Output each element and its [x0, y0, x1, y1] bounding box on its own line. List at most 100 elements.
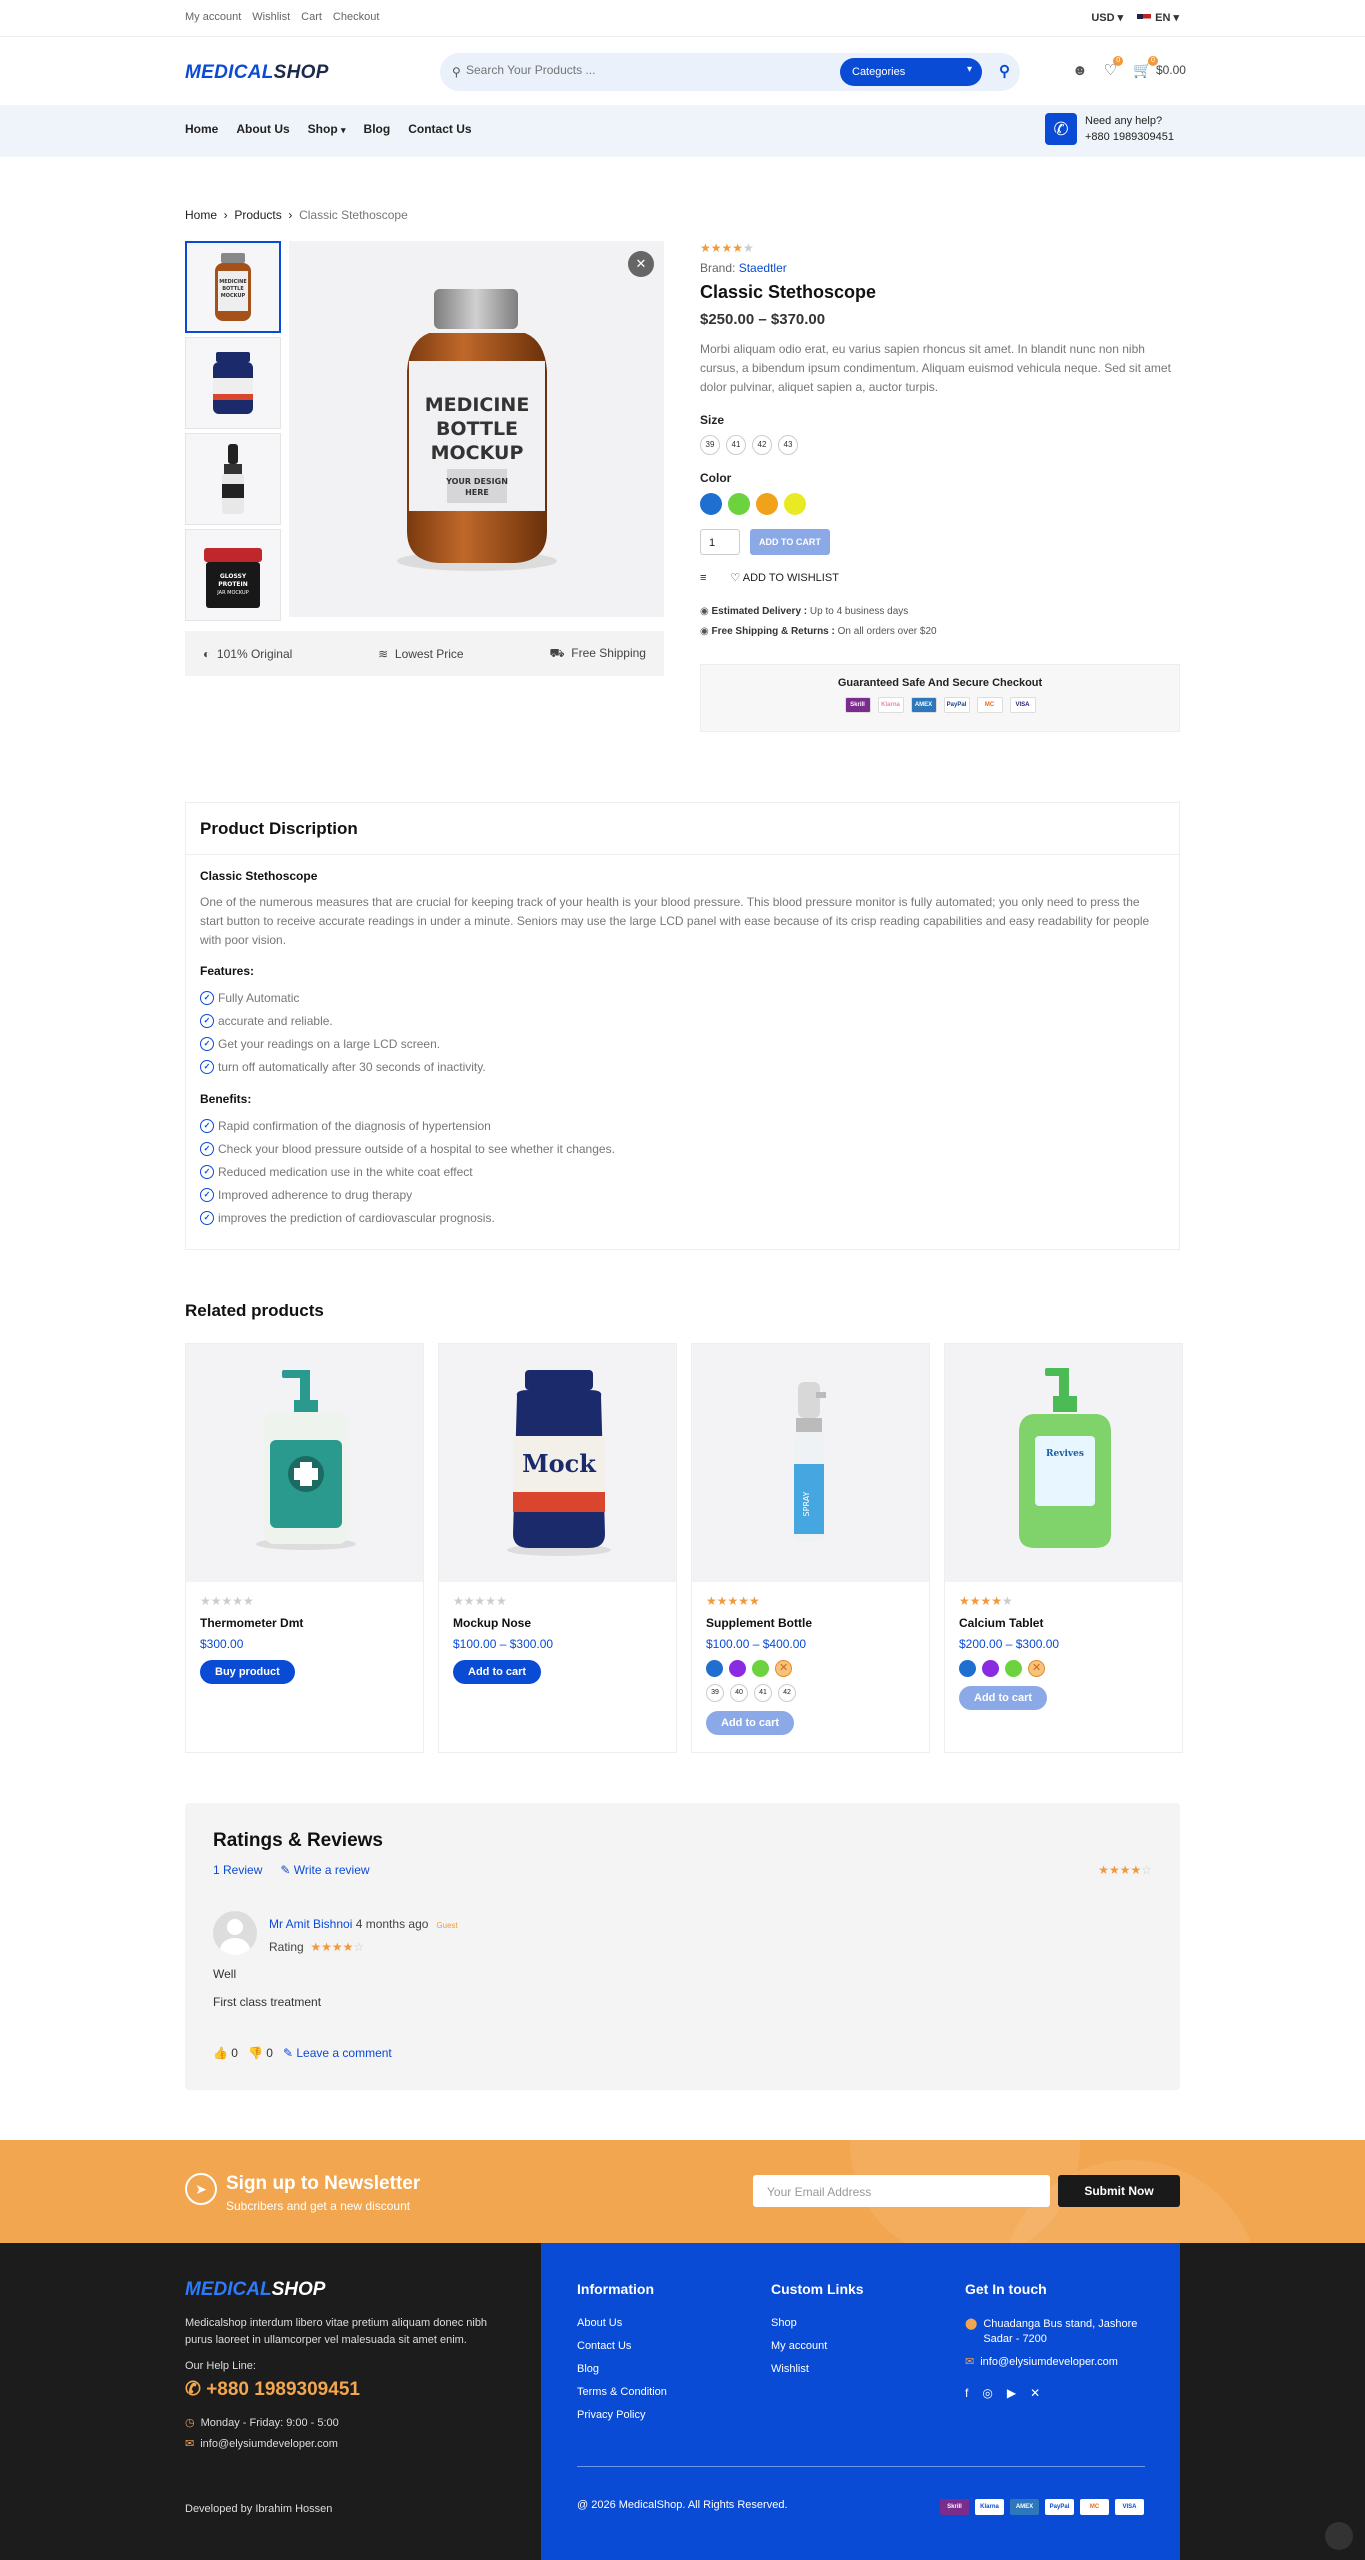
check-circle-icon: ✓ [200, 1210, 214, 1225]
leave-comment-link[interactable]: ✎ Leave a comment [283, 2046, 392, 2060]
size-option[interactable]: 40 [730, 1684, 748, 1702]
footer-link[interactable]: Wishlist [771, 2363, 864, 2386]
email-row[interactable]: ✉ info@elysiumdeveloper.com [965, 2355, 1155, 2378]
product-image[interactable] [186, 1344, 423, 1582]
wishlist-label: ADD TO WISHLIST [742, 572, 839, 584]
submit-button[interactable]: Submit Now [1058, 2175, 1180, 2207]
search-button-icon[interactable]: ⚲ [999, 62, 1010, 80]
language-select[interactable]: EN ▾ [1137, 11, 1179, 24]
color-swatch-yellow[interactable] [784, 493, 806, 515]
checkout-link[interactable]: Checkout [333, 11, 379, 23]
add-to-cart-button[interactable]: Add to cart [453, 1660, 542, 1684]
chat-bubble-icon[interactable] [1325, 2522, 1353, 2550]
color-swatch-green[interactable] [728, 493, 750, 515]
color-swatch-unavailable[interactable] [775, 1660, 792, 1677]
footer-link[interactable]: Blog [577, 2363, 667, 2386]
size-option[interactable]: 39 [700, 435, 720, 455]
instagram-icon[interactable]: ◎ [982, 2386, 992, 2400]
color-swatch-blue[interactable] [706, 1660, 723, 1677]
nav-contact[interactable]: Contact Us [408, 122, 471, 136]
breadcrumb-home[interactable]: Home [185, 208, 217, 222]
currency-select[interactable]: USD ▾ [1091, 11, 1123, 24]
color-swatch-green[interactable] [1005, 1660, 1022, 1677]
product-name[interactable]: Mockup Nose [453, 1616, 662, 1630]
color-swatch-orange[interactable] [756, 493, 778, 515]
user-icon[interactable]: ☻ [1072, 62, 1088, 79]
color-swatch-green[interactable] [752, 1660, 769, 1677]
help-phone[interactable]: +880 1989309451 [1085, 129, 1174, 145]
size-option[interactable]: 42 [778, 1684, 796, 1702]
product-image[interactable]: SPRAY [692, 1344, 929, 1582]
product-image[interactable]: Revives [945, 1344, 1182, 1582]
breadcrumb-products[interactable]: Products [234, 208, 281, 222]
buy-product-button[interactable]: Buy product [200, 1660, 295, 1684]
nav-home[interactable]: Home [185, 122, 218, 136]
color-swatch-unavailable[interactable] [1028, 1660, 1045, 1677]
thumbnail-2[interactable] [185, 337, 281, 429]
footer-phone[interactable]: ✆ +880 1989309451 [185, 2378, 360, 2401]
nav-about[interactable]: About Us [236, 122, 289, 136]
product-name[interactable]: Thermometer Dmt [200, 1616, 409, 1630]
brand-link[interactable]: Staedtler [739, 261, 787, 275]
nav-blog[interactable]: Blog [364, 122, 391, 136]
search-bar: ⚲ Categories ⚲ [440, 53, 1020, 91]
reviewer-name[interactable]: Mr Amit Bishnoi [269, 1917, 352, 1931]
main-product-image[interactable]: ✕ MEDICINE BOTTLE MOCKUP YOUR DESIGN HER… [289, 241, 664, 617]
my-account-link[interactable]: My account [185, 11, 241, 23]
footer-link[interactable]: About Us [577, 2317, 667, 2340]
add-to-cart-button[interactable]: Add to cart [959, 1686, 1048, 1710]
size-option[interactable]: 43 [778, 435, 798, 455]
nav-shop[interactable]: Shop ▾ [308, 122, 346, 136]
email-input[interactable]: Your Email Address [753, 2175, 1050, 2207]
feature-shipping-label: Free Shipping [571, 645, 646, 660]
search-input[interactable] [466, 63, 846, 77]
color-swatch-purple[interactable] [729, 1660, 746, 1677]
dev-name[interactable]: Ibrahim Hossen [255, 2503, 332, 2515]
heart-icon[interactable]: ♡ 0 [1104, 56, 1124, 79]
size-option[interactable]: 39 [706, 1684, 724, 1702]
quantity-input[interactable]: 1 [700, 529, 740, 555]
add-to-cart-button[interactable]: Add to cart [706, 1711, 795, 1735]
logo[interactable]: MEDICALSHOP [185, 62, 329, 84]
size-option[interactable]: 42 [752, 435, 772, 455]
thumbnail-3[interactable] [185, 433, 281, 525]
dislike-button[interactable]: 👎 0 [248, 2046, 273, 2060]
footer-logo[interactable]: MEDICALSHOP [185, 2279, 325, 2301]
shield-icon: ◐ [203, 646, 211, 661]
footer-link[interactable]: Contact Us [577, 2340, 667, 2363]
cart-icon[interactable]: 🛒 0 [1133, 56, 1158, 79]
product-name[interactable]: Supplement Bottle [706, 1616, 915, 1630]
color-swatch-purple[interactable] [982, 1660, 999, 1677]
like-button[interactable]: 👍 0 [213, 2046, 238, 2060]
size-option[interactable]: 41 [726, 435, 746, 455]
size-option[interactable]: 41 [754, 1684, 772, 1702]
footer-link[interactable]: My account [771, 2340, 864, 2363]
product-card[interactable]: ★★★★★ Thermometer Dmt $300.00 Buy produc… [185, 1343, 424, 1753]
product-name[interactable]: Calcium Tablet [959, 1616, 1168, 1630]
close-icon[interactable]: ✕ [628, 251, 654, 277]
product-card[interactable]: Revives ★★★★★ Calcium Tablet $200.00 – $… [944, 1343, 1183, 1753]
color-swatch-blue[interactable] [959, 1660, 976, 1677]
add-to-cart-button[interactable]: ADD TO CART [750, 529, 830, 555]
categories-select[interactable]: Categories [840, 58, 982, 86]
thumbnail-4[interactable]: GLOSSY PROTEIN JAR MOCKUP [185, 529, 281, 621]
x-twitter-icon[interactable]: ✕ [1030, 2386, 1040, 2400]
wishlist-link[interactable]: Wishlist [252, 11, 290, 23]
footer-link[interactable]: Shop [771, 2317, 864, 2340]
email-row[interactable]: ✉ info@elysiumdeveloper.com [185, 2434, 339, 2455]
add-to-wishlist-button[interactable]: ♡ ADD TO WISHLIST [730, 571, 839, 584]
write-review-link[interactable]: ✎ Write a review [280, 1863, 369, 1877]
thumbnail-1[interactable]: MEDICINE BOTTLE MOCKUP [185, 241, 281, 333]
facebook-icon[interactable]: f [965, 2386, 968, 2400]
compare-icon[interactable]: ≡ [700, 572, 706, 584]
color-swatch-blue[interactable] [700, 493, 722, 515]
cart-total[interactable]: $0.00 [1156, 63, 1186, 77]
footer-link[interactable]: Terms & Condition [577, 2386, 667, 2409]
youtube-icon[interactable]: ▶ [1007, 2386, 1016, 2400]
product-card[interactable]: SPRAY ★★★★★ Supplement Bottle $100.00 – … [691, 1343, 930, 1753]
product-card[interactable]: Mock ★★★★★ Mockup Nose $100.00 – $300.00… [438, 1343, 677, 1753]
review-count-link[interactable]: 1 Review [213, 1863, 262, 1877]
cart-link[interactable]: Cart [301, 11, 322, 23]
product-image[interactable]: Mock [439, 1344, 676, 1582]
footer-link[interactable]: Privacy Policy [577, 2409, 667, 2432]
